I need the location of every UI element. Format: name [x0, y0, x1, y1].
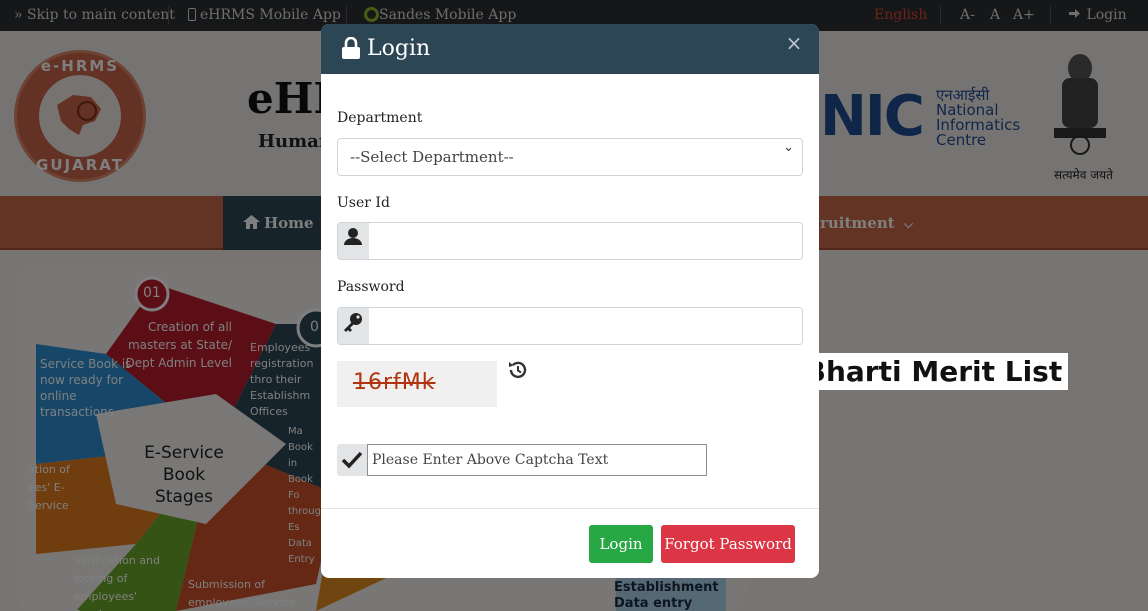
password-input-group: [337, 307, 803, 345]
key-icon: [338, 308, 369, 344]
chevron-down-icon: ⌄: [783, 140, 794, 155]
close-button[interactable]: ×: [783, 32, 805, 54]
captcha-input[interactable]: [367, 444, 707, 476]
password-label: Password: [337, 279, 405, 295]
department-select[interactable]: --Select Department-- ⌄: [337, 138, 803, 176]
password-input[interactable]: [369, 308, 802, 344]
captcha-image: 16rfMk: [337, 361, 497, 407]
lock-icon: [342, 37, 360, 59]
modal-header: Login ×: [321, 24, 819, 74]
login-modal: Login × Department --Select Department--…: [321, 24, 819, 578]
refresh-captcha-icon[interactable]: [507, 359, 529, 381]
captcha-text: 16rfMk: [353, 370, 436, 395]
login-button[interactable]: Login: [589, 525, 653, 563]
userid-label: User Id: [337, 195, 390, 211]
department-label: Department: [337, 110, 423, 126]
user-icon: [338, 223, 369, 259]
captcha-input-group: [337, 444, 707, 476]
userid-input[interactable]: [369, 223, 802, 259]
checkmark-icon: [337, 444, 367, 476]
modal-title: Login: [367, 36, 431, 61]
modal-footer-divider: [321, 508, 819, 509]
userid-input-group: [337, 222, 803, 260]
forgot-password-button[interactable]: Forgot Password: [661, 525, 795, 563]
